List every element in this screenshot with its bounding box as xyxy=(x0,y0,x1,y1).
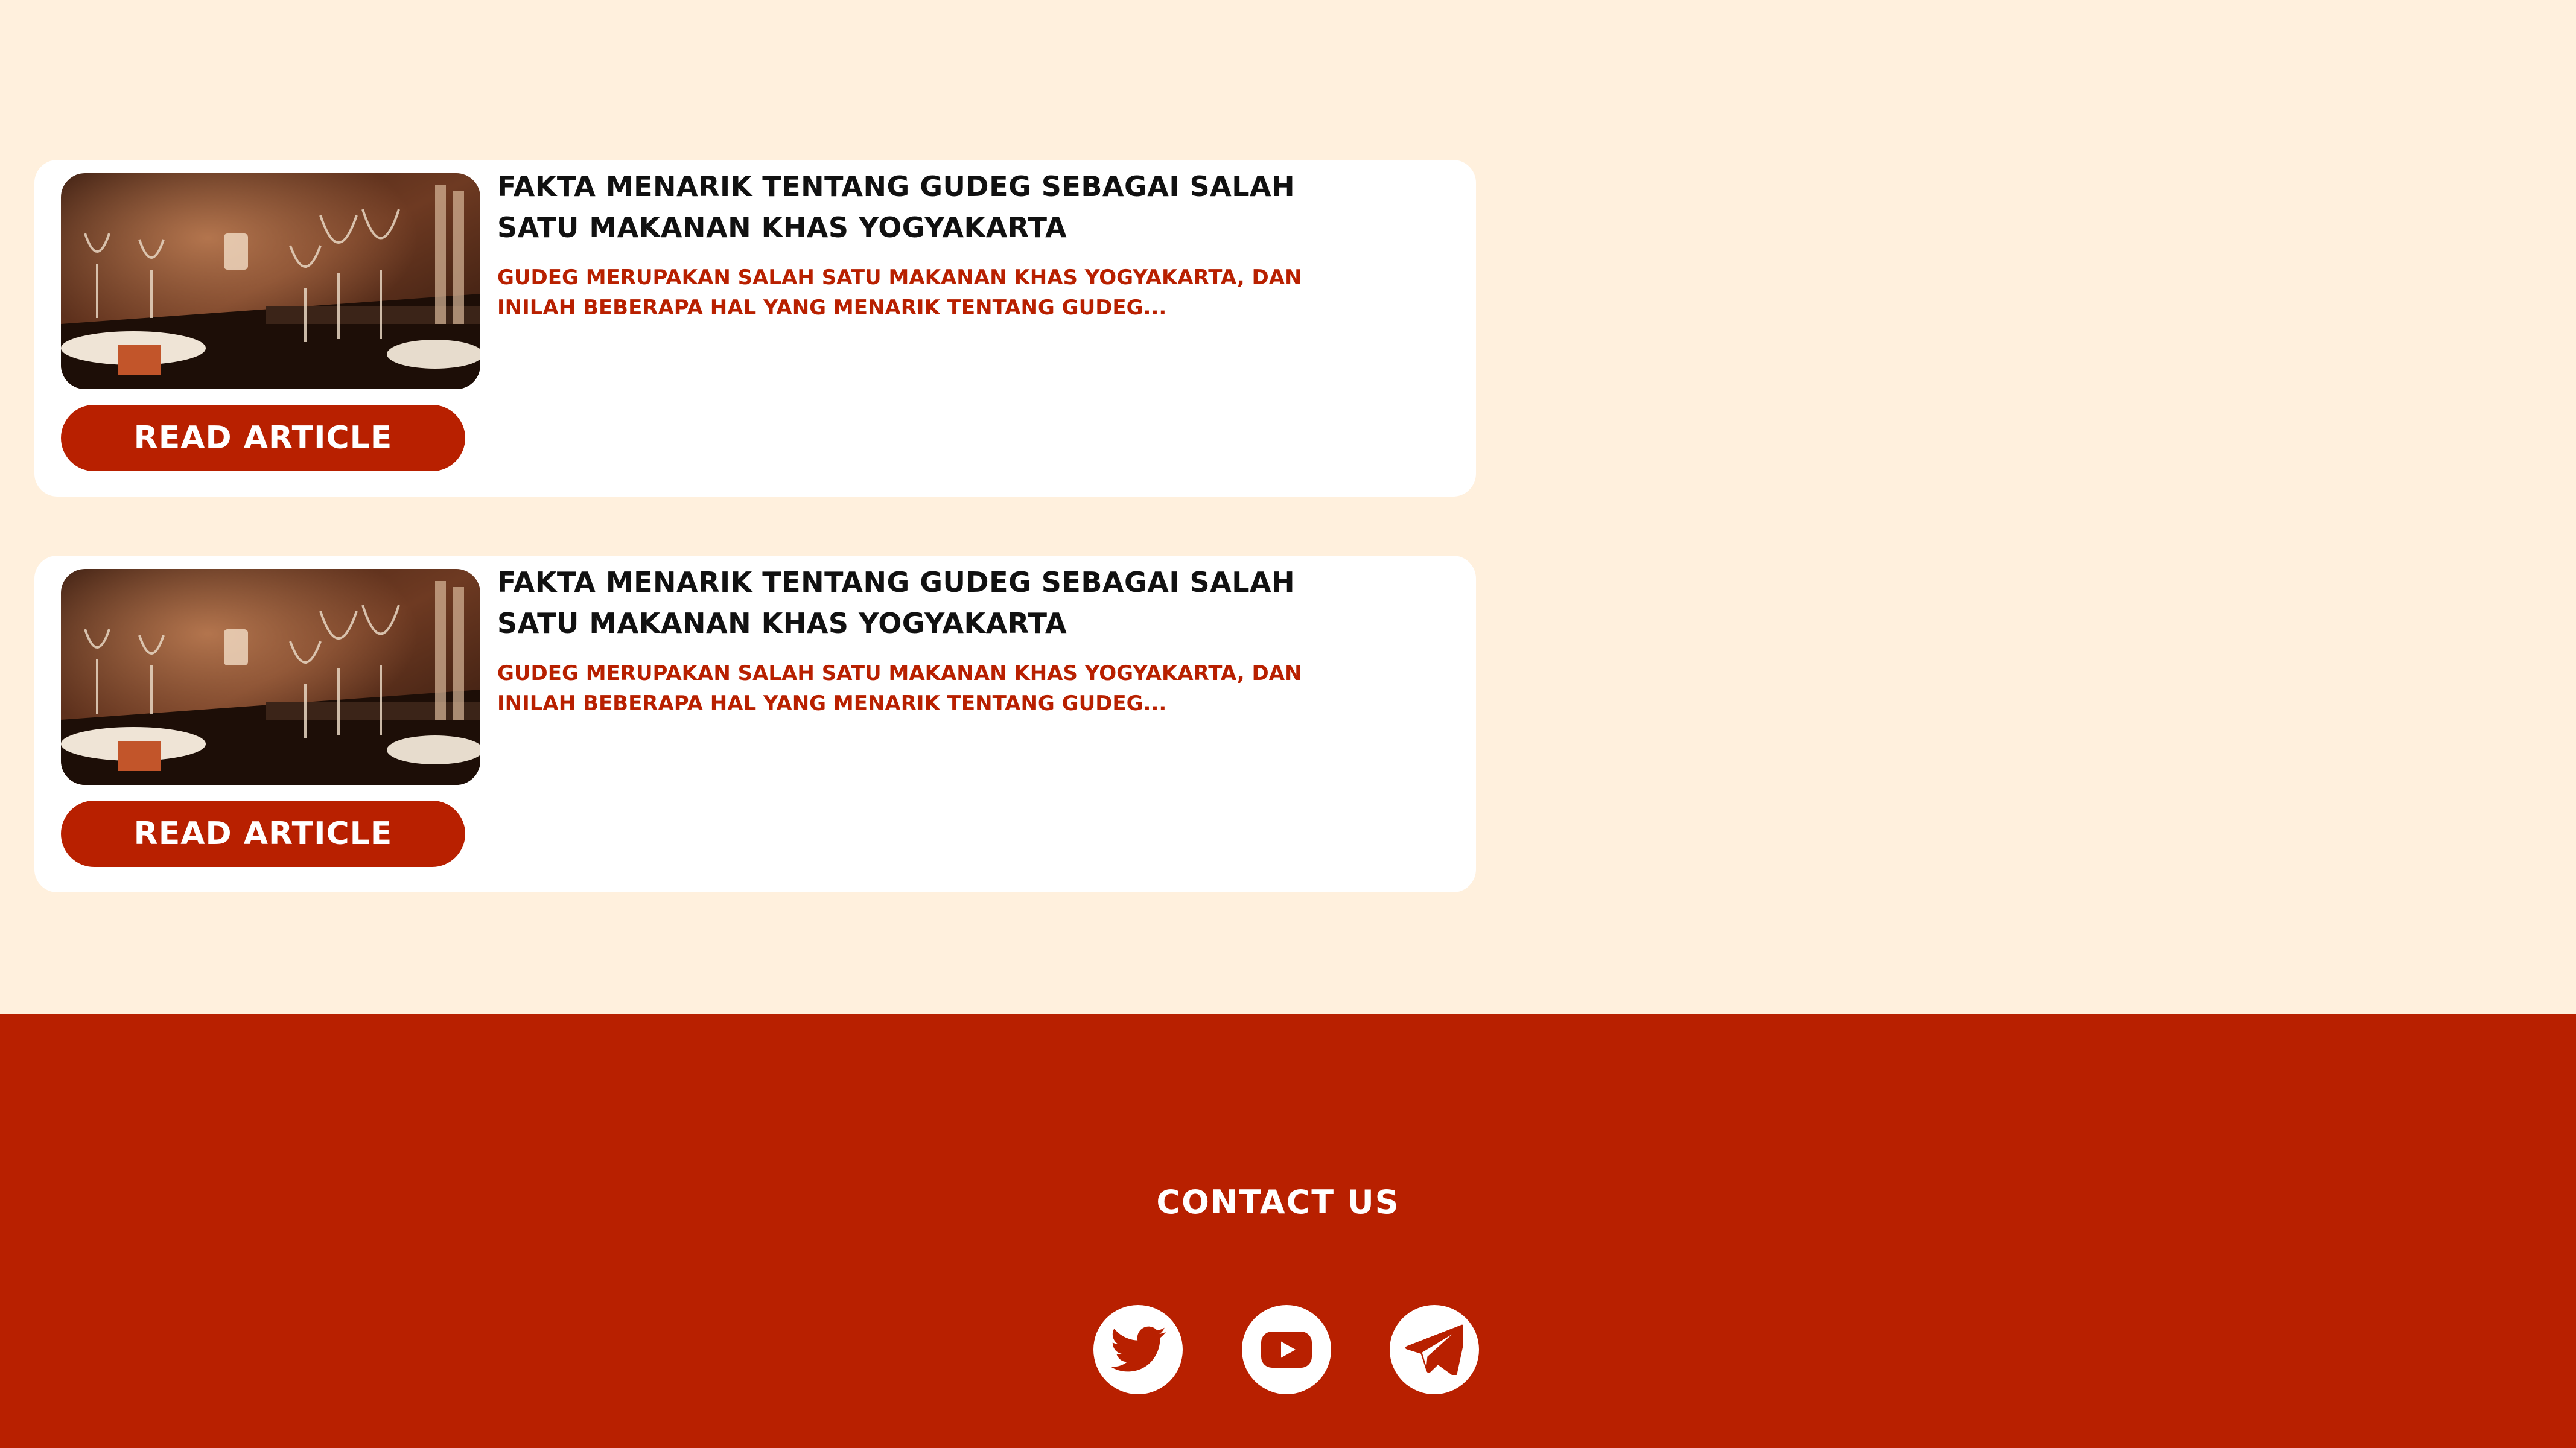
read-article-button[interactable]: Read Article xyxy=(61,405,465,471)
article-image xyxy=(61,173,480,389)
footer: Contact Us xyxy=(0,1014,2576,1448)
telegram-icon xyxy=(1405,1324,1463,1375)
article-excerpt: Gudeg merupakan salah satu makanan khas … xyxy=(497,265,1302,320)
article-image xyxy=(61,569,480,785)
article-title[interactable]: Fakta Menarik Tentang Gudeg Sebagai Sala… xyxy=(497,562,1342,644)
twitter-icon xyxy=(1110,1326,1166,1372)
twitter-link[interactable] xyxy=(1093,1305,1183,1394)
contact-us-heading: Contact Us xyxy=(1156,1183,1400,1221)
article-excerpt: Gudeg merupakan salah satu makanan khas … xyxy=(497,661,1302,716)
read-article-button[interactable]: Read Article xyxy=(61,801,465,867)
article-card: Read Article Fakta Menarik Tentang Gudeg… xyxy=(34,160,1476,497)
youtube-link[interactable] xyxy=(1242,1305,1331,1394)
article-title[interactable]: Fakta Menarik Tentang Gudeg Sebagai Sala… xyxy=(497,166,1342,248)
telegram-link[interactable] xyxy=(1390,1305,1479,1394)
youtube-icon xyxy=(1261,1332,1312,1368)
article-card: Read Article Fakta Menarik Tentang Gudeg… xyxy=(34,556,1476,892)
